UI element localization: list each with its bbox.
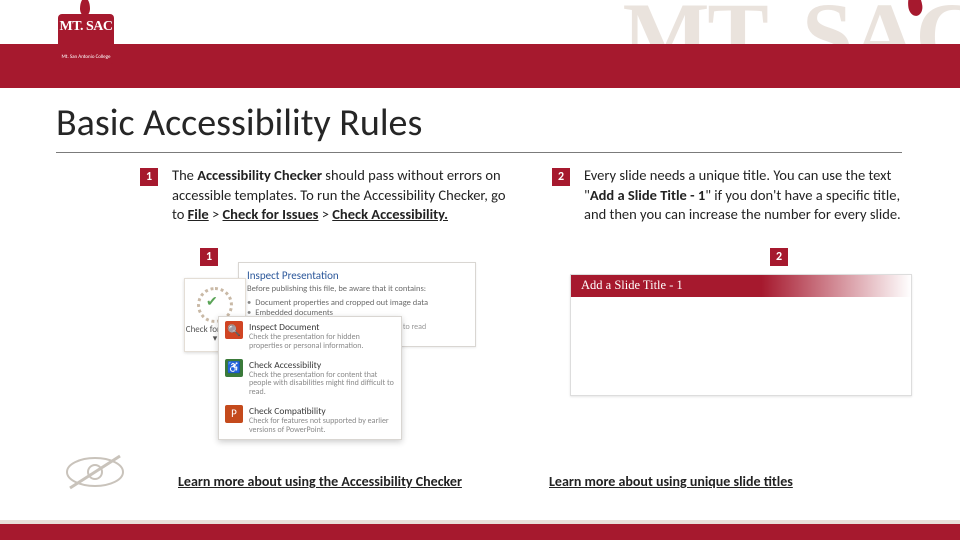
rule-number-1: 1 [140,168,158,186]
logo-sub-text: Mt. San Antonio College [58,54,114,60]
accessibility-icon: ♿ [225,359,243,377]
inspect-panel-intro: Before publishing this file, be aware th… [247,284,467,294]
menu-inspect-document[interactable]: 🔍 Inspect DocumentCheck the presentation… [219,317,401,355]
slide-title-text: Add a Slide Title - 1 [581,278,683,293]
eye-crossed-icon [60,452,130,492]
footer-bar [0,524,960,540]
menu-check-compatibility[interactable]: P Check CompatibilityCheck for features … [219,401,401,439]
opt2-desc: Check the presentation for content that … [249,371,395,397]
check-issues-menu: 🔍 Inspect DocumentCheck the presentation… [218,316,402,440]
rule-number-2: 2 [552,168,570,186]
slide-preview: Add a Slide Title - 1 [570,274,912,396]
rule-1-text: The Accessibility Checker should pass wi… [172,166,508,225]
slide-title-bar: Add a Slide Title - 1 [571,275,911,297]
link-accessibility-checker[interactable]: Learn more about using the Accessibility… [178,473,549,490]
opt1-desc: Check the presentation for hidden proper… [249,333,395,351]
rule-2-text: Every slide needs a unique title. You ca… [584,166,920,225]
compatibility-icon: P [225,405,243,423]
opt2-title: Check Accessibility [249,359,395,371]
inspect-panel-title: Inspect Presentation [247,269,467,282]
menu-check-accessibility[interactable]: ♿ Check AccessibilityCheck the presentat… [219,355,401,401]
document-icon: 🔍 [225,321,243,339]
content-columns: 1 The Accessibility Checker should pass … [140,166,920,225]
header: MT. SAC MT. SAC Mt. San Antonio College [0,0,960,80]
column-1: 1 The Accessibility Checker should pass … [140,166,508,225]
link-unique-titles[interactable]: Learn more about using unique slide titl… [549,473,920,490]
column-2: 2 Every slide needs a unique title. You … [552,166,920,225]
illustration-1: 1 Inspect Presentation Before publishing… [178,262,468,436]
mtsac-logo: MT. SAC Mt. San Antonio College [58,14,120,64]
title-rule [56,152,902,153]
header-red-bar [0,44,960,88]
illus-1-number: 1 [200,248,218,266]
illustration-2: 2 Add a Slide Title - 1 [570,262,910,422]
footer-links: Learn more about using the Accessibility… [178,473,920,490]
slide-page: MT. SAC MT. SAC Mt. San Antonio College … [0,0,960,540]
logo-main-text: MT. SAC [58,20,114,34]
inspect-bullet-1: Document properties and cropped out imag… [247,298,467,308]
page-title: Basic Accessibility Rules [56,100,422,146]
opt3-desc: Check for features not supported by earl… [249,417,395,435]
illus-2-number: 2 [770,248,788,266]
